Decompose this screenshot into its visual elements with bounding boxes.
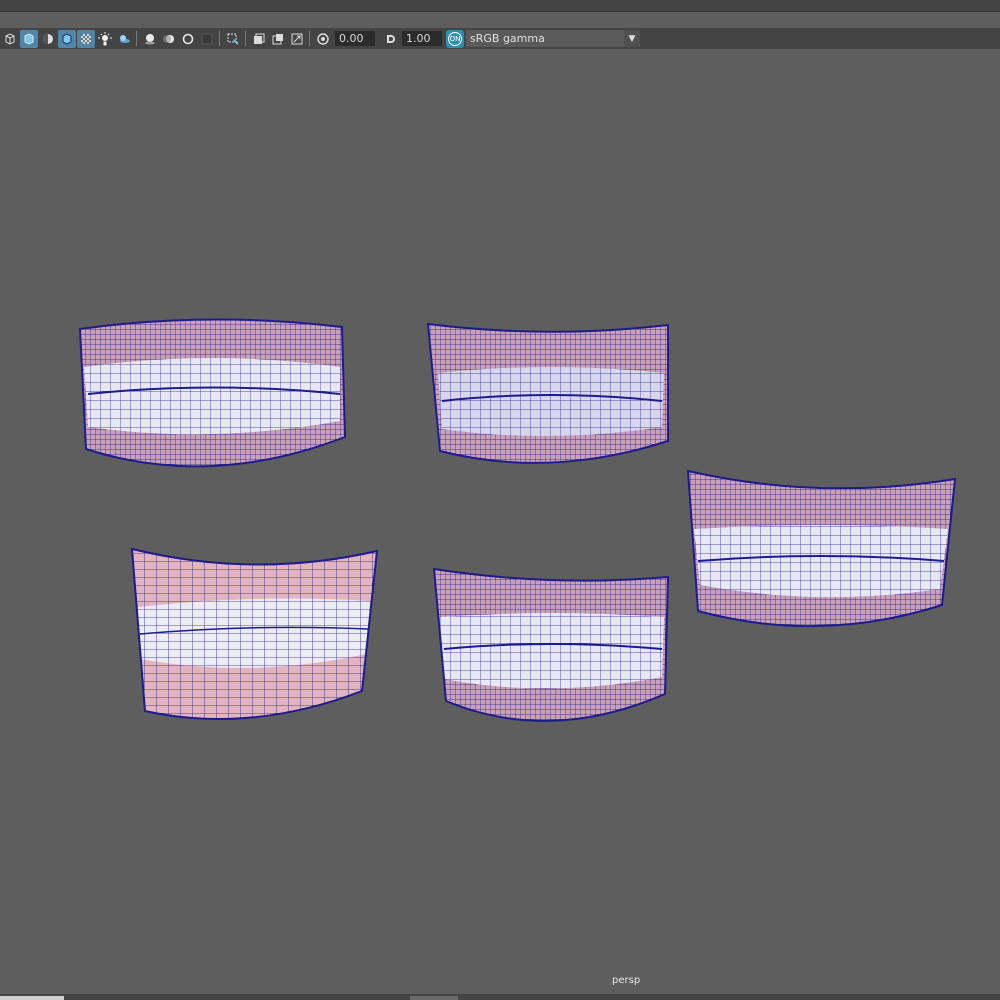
isolate-select-icon[interactable] xyxy=(224,30,242,48)
chevron-down-icon: ▼ xyxy=(624,30,640,47)
view-transform-dropdown[interactable]: sRGB gamma ▼ xyxy=(466,30,640,47)
lights-icon[interactable] xyxy=(96,30,114,48)
gate-mask-icon[interactable] xyxy=(250,30,268,48)
toolbar-divider xyxy=(219,31,220,46)
teeth-model-d[interactable] xyxy=(130,547,379,720)
antialiasing-icon[interactable] xyxy=(179,30,197,48)
timeline-strip xyxy=(0,994,1000,1000)
toolbar-divider xyxy=(309,31,310,46)
panel-toolbar: 0.00 1.00 ON sRGB gamma ▼ xyxy=(0,28,1000,49)
timeline-highlight xyxy=(0,996,64,1000)
shadows-icon[interactable] xyxy=(115,30,133,48)
teeth-model-e[interactable] xyxy=(432,567,670,722)
timeline-marker xyxy=(410,996,458,1000)
exposure-icon[interactable] xyxy=(314,30,332,48)
teeth-model-a[interactable] xyxy=(78,318,347,468)
toolbar-divider xyxy=(245,31,246,46)
film-gate-icon[interactable] xyxy=(269,30,287,48)
motion-blur-icon[interactable] xyxy=(160,30,178,48)
view-transform-value: sRGB gamma xyxy=(470,32,545,45)
resolution-gate-icon[interactable] xyxy=(288,30,306,48)
teeth-model-c[interactable] xyxy=(686,469,957,628)
gamma-field[interactable]: 1.00 xyxy=(402,31,442,46)
color-management-toggle[interactable]: ON xyxy=(446,29,464,48)
3d-viewport[interactable] xyxy=(0,49,1000,994)
camera-label: persp xyxy=(612,975,641,986)
xray-icon[interactable] xyxy=(77,29,95,48)
flat-shade-icon[interactable] xyxy=(39,30,57,48)
gamma-icon[interactable] xyxy=(381,30,399,48)
toolbar-divider xyxy=(136,31,137,46)
menu-bar-strip xyxy=(0,0,1000,12)
depth-of-field-icon[interactable] xyxy=(198,30,216,48)
ambient-occlusion-icon[interactable] xyxy=(141,30,159,48)
wireframe-on-shaded-icon[interactable] xyxy=(58,29,76,48)
color-management-badge: ON xyxy=(448,31,462,46)
wireframe-cube-icon[interactable] xyxy=(1,30,19,48)
teeth-model-b[interactable] xyxy=(426,322,669,464)
smooth-shade-icon[interactable] xyxy=(20,29,38,48)
exposure-field[interactable]: 0.00 xyxy=(335,31,375,46)
viewport-canvas[interactable] xyxy=(0,49,1000,994)
